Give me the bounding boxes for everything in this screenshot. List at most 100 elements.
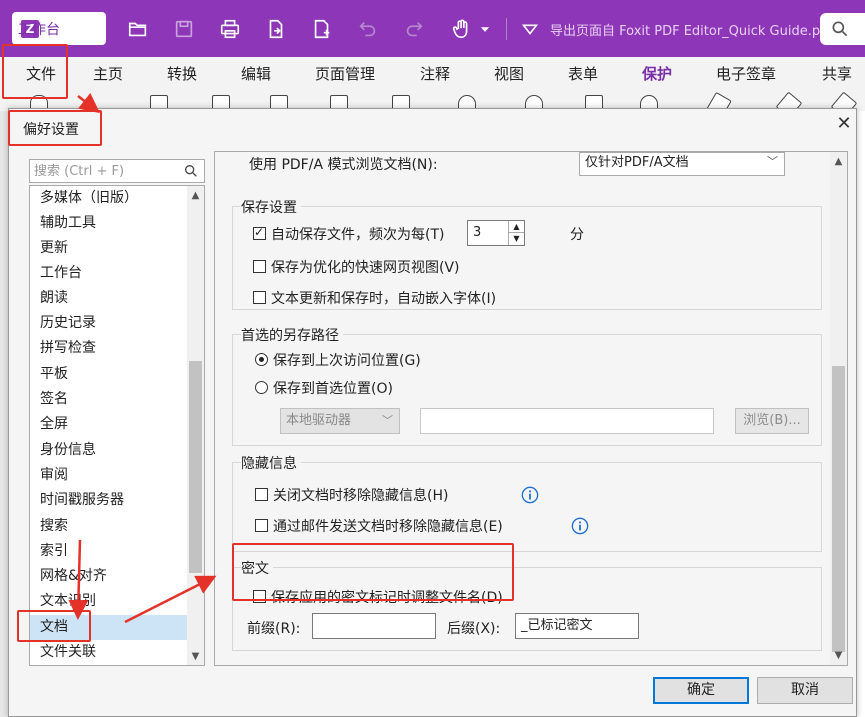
hidden-info-group — [232, 462, 822, 552]
category-scrollbar[interactable]: ▲ ▼ — [187, 186, 204, 665]
remove-on-mail-checkbox[interactable] — [255, 519, 268, 532]
category-item[interactable]: 身份信息 — [30, 438, 187, 463]
search-icon — [185, 165, 197, 177]
pdfa-mode-label: 使用 PDF/A 模式浏览文档(N): — [249, 157, 438, 173]
stepper-up-icon[interactable]: ▲ — [508, 221, 524, 233]
dropdown-icon[interactable] — [478, 17, 492, 41]
category-item[interactable]: 工作台 — [30, 261, 187, 286]
scroll-up-icon[interactable]: ▲ — [190, 190, 201, 201]
highlight-document-category — [17, 610, 91, 642]
menu-page-management[interactable]: 页面管理 — [315, 63, 375, 84]
close-icon[interactable]: ✕ — [835, 115, 853, 133]
hidden-info-title: 隐藏信息 — [241, 453, 301, 473]
redo-icon[interactable] — [402, 17, 426, 41]
suffix-label: 后缀(X): — [447, 621, 501, 637]
open-folder-icon[interactable] — [126, 17, 150, 41]
category-item[interactable]: 索引 — [30, 539, 187, 564]
auto-save-checkbox[interactable] — [253, 225, 266, 240]
menu-e-signature[interactable]: 电子签章 — [716, 63, 776, 84]
highlight-redaction-section — [232, 543, 514, 601]
remove-on-close-label: 关闭文档时移除隐藏信息(H) — [273, 488, 449, 504]
pdfa-mode-select[interactable]: 仅针对PDF/A文档 ﹀ — [579, 152, 785, 176]
hand-tool-icon[interactable] — [450, 17, 474, 41]
info-icon[interactable] — [571, 517, 589, 535]
remove-on-mail-label: 通过邮件发送文档时移除隐藏信息(E) — [273, 519, 503, 535]
menu-convert[interactable]: 转换 — [167, 63, 197, 84]
category-item[interactable]: 拼写检查 — [30, 336, 187, 361]
search-icon — [832, 21, 848, 37]
highlight-dialog-title — [8, 110, 102, 146]
prefix-input[interactable] — [312, 613, 436, 639]
file-export-icon[interactable] — [264, 17, 288, 41]
pdfa-mode-value: 仅针对PDF/A文档 — [585, 155, 689, 170]
suffix-input[interactable]: _已标记密文 — [515, 613, 639, 639]
workbench-button[interactable]: Z 工作台 — [12, 12, 106, 45]
print-icon[interactable] — [218, 17, 242, 41]
highlight-file-menu — [2, 44, 68, 99]
cancel-button[interactable]: 取消 — [757, 677, 853, 704]
undo-icon[interactable] — [356, 17, 380, 41]
embed-font-label: 文本更新和保存时，自动嵌入字体(I) — [271, 291, 497, 307]
menu-protect[interactable]: 保护 — [642, 63, 673, 90]
new-file-icon[interactable] — [310, 17, 334, 41]
chevron-down-icon: ﹀ — [382, 414, 393, 427]
save-as-path-title: 首选的另存路径 — [241, 325, 343, 345]
category-list[interactable]: 多媒体（旧版） 辅助工具 更新 工作台 朗读 历史记录 拼写检查 平板 签名 全… — [29, 185, 205, 666]
category-item[interactable]: 辅助工具 — [30, 211, 187, 236]
scrollbar-thumb[interactable] — [832, 366, 845, 652]
preferred-path-input[interactable] — [420, 408, 714, 434]
auto-save-unit: 分 — [570, 227, 584, 243]
category-item[interactable]: 平板 — [30, 362, 187, 387]
menu-share[interactable]: 共享 — [822, 63, 852, 84]
category-item[interactable]: 全屏 — [30, 412, 187, 437]
category-item[interactable]: 历史记录 — [30, 311, 187, 336]
menu-bar: 文件 主页 转换 编辑 页面管理 注释 视图 表单 保护 电子签章 共享 — [0, 57, 865, 90]
category-item[interactable]: 文件关联 — [30, 640, 187, 665]
auto-save-interval-value: 3 — [473, 225, 482, 240]
menu-edit[interactable]: 编辑 — [241, 63, 271, 84]
preferences-dialog: 偏好设置 ✕ 多媒体（旧版） 辅助工具 更新 工作台 朗读 历史记录 拼写检查 … — [8, 108, 857, 717]
auto-save-label: 自动保存文件，频次为每(T) — [271, 227, 445, 243]
browse-button[interactable]: 浏览(B)... — [735, 408, 809, 434]
ok-button[interactable]: 确定 — [653, 677, 749, 704]
remove-on-close-checkbox[interactable] — [255, 488, 268, 501]
save-icon[interactable] — [172, 17, 196, 41]
preferred-location-radio[interactable] — [255, 381, 268, 394]
preferred-location-label: 保存到首选位置(O) — [273, 381, 393, 397]
category-item[interactable]: 搜索 — [30, 514, 187, 539]
scroll-down-icon[interactable]: ▼ — [190, 651, 201, 662]
menu-comment[interactable]: 注释 — [420, 63, 450, 84]
last-location-label: 保存到上次访问位置(G) — [273, 353, 421, 369]
preferences-search-input[interactable] — [34, 161, 182, 181]
preferences-search[interactable] — [29, 159, 205, 183]
menu-home[interactable]: 主页 — [93, 63, 123, 84]
category-item[interactable]: 网格&对齐 — [30, 564, 187, 589]
fast-web-view-checkbox[interactable] — [253, 260, 266, 273]
category-item[interactable]: 多媒体（旧版） — [30, 186, 187, 211]
customize-icon[interactable] — [518, 17, 542, 41]
category-item[interactable]: 时间戳服务器 — [30, 488, 187, 513]
fast-web-view-label: 保存为优化的快速网页视图(V) — [271, 260, 460, 276]
category-item[interactable]: 审阅 — [30, 463, 187, 488]
drive-select[interactable]: 本地驱动器 ﹀ — [280, 408, 400, 434]
scroll-up-icon[interactable]: ▲ — [833, 156, 844, 167]
toolbar-divider — [506, 18, 507, 40]
last-location-radio[interactable] — [255, 353, 268, 366]
chevron-down-icon: ﹀ — [767, 155, 778, 168]
stepper-down-icon[interactable]: ▼ — [508, 233, 524, 245]
category-item[interactable]: 朗读 — [30, 286, 187, 311]
global-search-box[interactable] — [820, 13, 865, 45]
info-icon[interactable] — [521, 486, 539, 504]
auto-save-interval-stepper[interactable]: 3 ▲ ▼ — [467, 220, 525, 246]
embed-font-checkbox[interactable] — [253, 291, 266, 304]
title-bar: Z 工作台 导出页面自 Foxit PDF Editor_Quick Guide… — [0, 0, 865, 57]
background-panel — [0, 111, 8, 717]
menu-view[interactable]: 视图 — [494, 63, 524, 84]
save-settings-title: 保存设置 — [241, 197, 301, 217]
settings-scrollbar[interactable]: ▲ ▼ — [830, 152, 847, 665]
scroll-down-icon[interactable]: ▼ — [833, 650, 844, 661]
scrollbar-thumb[interactable] — [189, 361, 202, 573]
category-item[interactable]: 更新 — [30, 236, 187, 261]
category-item[interactable]: 签名 — [30, 387, 187, 412]
menu-form[interactable]: 表单 — [568, 63, 598, 84]
